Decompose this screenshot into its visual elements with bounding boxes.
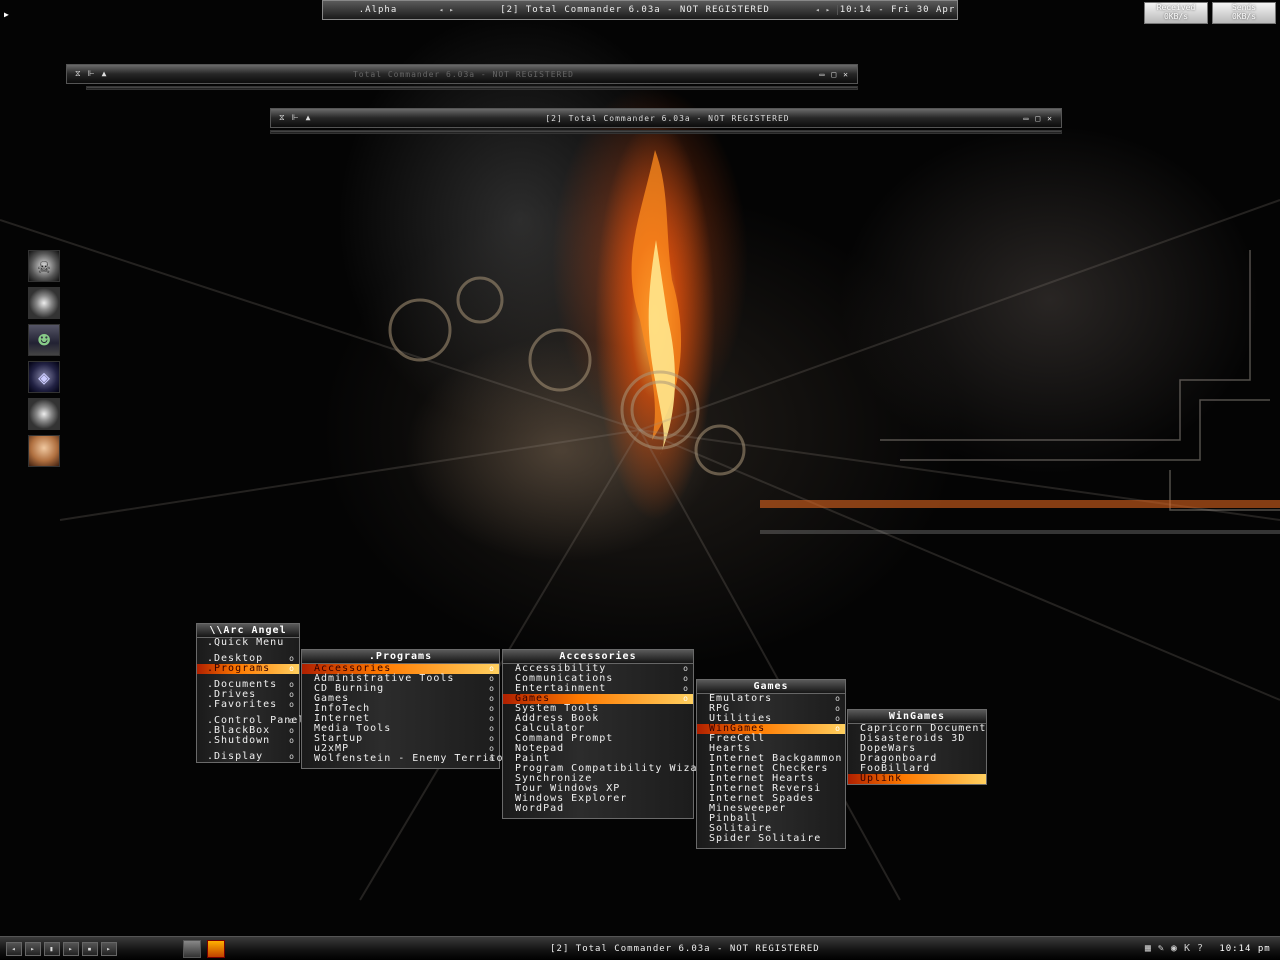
wingames-menu: WinGames Capricorn Document Disasteroids…: [847, 709, 987, 785]
shade-icon[interactable]: ⧖: [279, 113, 286, 123]
menu-title: Accessories: [503, 650, 693, 664]
window-titlebar-active[interactable]: ⧖ ⊩ ▲ [2] Total Commander 6.03a - NOT REGI…: [270, 108, 1062, 128]
taskbar-clock: 10:14 pm: [1219, 943, 1271, 954]
maximize-icon[interactable]: □: [1035, 114, 1041, 123]
stick-icon[interactable]: ⊩: [88, 69, 96, 79]
network-received-meter: Received 0KB/s: [1144, 2, 1208, 24]
minimize-icon[interactable]: ▭: [820, 70, 826, 79]
window-frame: [86, 86, 858, 90]
help-icon[interactable]: ?: [1197, 943, 1204, 954]
soldier-icon[interactable]: ☻: [28, 324, 60, 356]
stick-icon[interactable]: ⊩: [292, 113, 300, 123]
tool-icon[interactable]: ✎: [1158, 943, 1165, 954]
taskbar-window-title[interactable]: [2] Total Commander 6.03a - NOT REGISTER…: [225, 944, 1145, 954]
menu-item[interactable]: Spider Solitaire: [697, 834, 845, 844]
left-edge-arrow-icon[interactable]: ▶: [4, 10, 9, 19]
menu-item[interactable]: .Quick Menu: [197, 638, 299, 648]
portrait-icon[interactable]: [28, 435, 60, 467]
menu-item[interactable]: Wolfenstein - Enemy Territory o: [302, 754, 517, 764]
root-menu: \\Arc Angel .Quick Menu .Desktop o .Progr…: [196, 623, 304, 763]
k-logo-icon[interactable]: K: [1184, 943, 1191, 954]
close-icon[interactable]: ✕: [1047, 114, 1053, 123]
window-arrows-icon[interactable]: ◂ ▸: [809, 6, 837, 14]
menu-item-selected[interactable]: .Programs o: [197, 664, 299, 674]
app-dock: ☠ ☻ ◈: [28, 250, 60, 472]
window-title: [2] Total Commander 6.03a - NOT REGISTER…: [545, 113, 790, 123]
menu-item[interactable]: .Favorites o: [197, 700, 299, 710]
blank-app-icon[interactable]: [28, 398, 60, 430]
active-window-title[interactable]: [2] Total Commander 6.03a - NOT REGISTER…: [461, 5, 810, 15]
programs-menu: .Programs Accessories o Administrative To…: [301, 649, 517, 769]
network-sends-meter: Sends 0KB/s: [1212, 2, 1276, 24]
workspace-arrows-icon[interactable]: ◂ ▸: [433, 6, 461, 14]
pager-next-icon[interactable]: ▸: [63, 941, 79, 956]
menu-item[interactable]: WordPad: [503, 804, 693, 814]
window-frame: [270, 130, 1062, 134]
window-title: Total Commander 6.03a - NOT REGISTERED: [352, 69, 574, 79]
workspace-pager: ◂ ▸ ▮ ▸ ▪ ▸: [0, 941, 117, 956]
top-toolbar: .Alpha ◂ ▸ [2] Total Commander 6.03a - N…: [322, 0, 958, 20]
top-clock: 10:14 - Fri 30 Apr: [837, 5, 957, 15]
menu-title: Games: [697, 680, 845, 694]
floppy-icon[interactable]: [183, 939, 201, 958]
minimize-icon[interactable]: ▭: [1024, 114, 1030, 123]
blank-app-icon[interactable]: [28, 287, 60, 319]
shade-icon[interactable]: ⧖: [75, 69, 82, 79]
eye-emblem-icon[interactable]: ◈: [28, 361, 60, 393]
menu-item[interactable]: .Display o: [197, 752, 299, 762]
pager-first-icon[interactable]: ◂: [6, 941, 22, 956]
taskbar: ◂ ▸ ▮ ▸ ▪ ▸ [2] Total Commander 6.03a - …: [0, 936, 1280, 960]
window-titlebar[interactable]: ⧖ ⊩ ▲ Total Commander 6.03a - NOT REGISTER…: [66, 64, 858, 84]
pager-prev-icon[interactable]: ▸: [25, 941, 41, 956]
menu-title: .Programs: [302, 650, 499, 664]
menu-item-selected[interactable]: Uplink: [848, 774, 986, 784]
maximize-icon[interactable]: □: [831, 70, 837, 79]
network-icon[interactable]: ▦: [1145, 943, 1152, 954]
menu-title: WinGames: [848, 710, 986, 724]
close-icon[interactable]: ✕: [843, 70, 849, 79]
workspace-label[interactable]: .Alpha: [323, 5, 433, 15]
pager-last-icon[interactable]: ▸: [101, 941, 117, 956]
games-menu: Games Emulators o RPG o Utilities o WinGame…: [696, 679, 846, 849]
save-icon[interactable]: [207, 939, 225, 958]
accessories-menu: Accessories Accessibility o Communication…: [502, 649, 711, 819]
skull-icon[interactable]: ☠: [28, 250, 60, 282]
pager-pause-icon[interactable]: ▮: [44, 941, 60, 956]
pager-stop-icon[interactable]: ▪: [82, 941, 98, 956]
menu-title: \\Arc Angel: [197, 624, 299, 638]
menu-item[interactable]: .Shutdown o: [197, 736, 299, 746]
disk-icon[interactable]: ◉: [1171, 943, 1178, 954]
system-tray: ▦ ✎ ◉ K ?: [1145, 943, 1210, 954]
